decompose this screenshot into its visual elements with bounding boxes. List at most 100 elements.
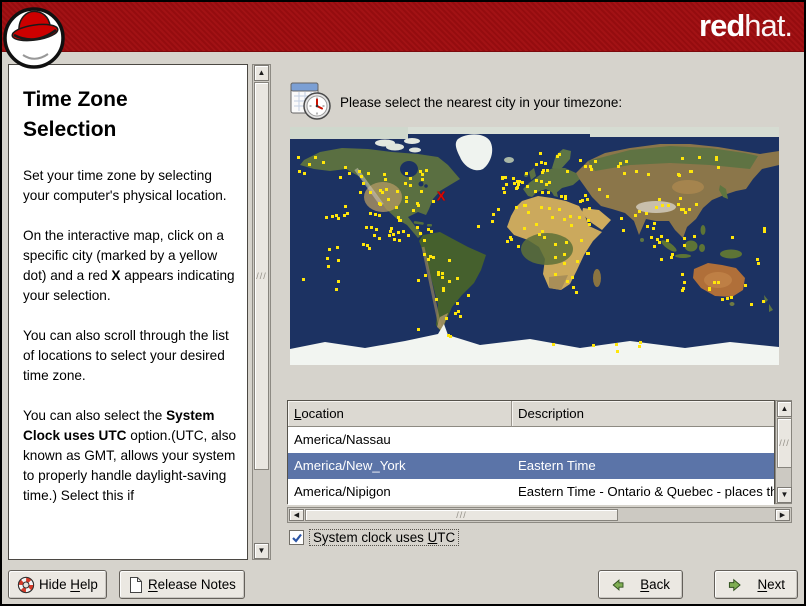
city-dot[interactable] — [716, 166, 720, 170]
city-dot[interactable] — [660, 234, 664, 238]
city-dot[interactable] — [503, 175, 507, 179]
next-button[interactable]: Next — [714, 570, 798, 599]
city-dot[interactable] — [575, 291, 579, 295]
city-dot[interactable] — [625, 160, 629, 164]
city-dot[interactable] — [554, 273, 558, 277]
city-dot[interactable] — [544, 162, 548, 166]
city-dot[interactable] — [467, 293, 471, 297]
city-dot[interactable] — [348, 171, 352, 175]
city-dot[interactable] — [509, 238, 513, 242]
city-dot[interactable] — [569, 215, 573, 219]
city-dot[interactable] — [296, 155, 300, 159]
city-dot[interactable] — [372, 233, 376, 237]
city-dot[interactable] — [749, 303, 753, 307]
city-dot[interactable] — [298, 169, 302, 173]
city-dot[interactable] — [503, 190, 507, 194]
city-dot[interactable] — [324, 215, 328, 219]
city-dot[interactable] — [683, 243, 687, 247]
city-dot[interactable] — [379, 188, 383, 192]
city-dot[interactable] — [763, 230, 767, 234]
city-dot[interactable] — [432, 200, 436, 204]
city-dot[interactable] — [361, 242, 365, 246]
city-dot[interactable] — [394, 205, 398, 209]
city-dot[interactable] — [637, 345, 641, 349]
city-dot[interactable] — [540, 205, 544, 209]
city-dot[interactable] — [389, 226, 393, 230]
city-dot[interactable] — [570, 223, 574, 227]
scroll-right-arrow[interactable]: ▶ — [775, 509, 790, 521]
city-dot[interactable] — [444, 316, 448, 320]
city-dot[interactable] — [683, 281, 687, 285]
city-dot[interactable] — [755, 258, 759, 261]
city-dot[interactable] — [594, 160, 598, 164]
city-dot[interactable] — [562, 253, 566, 257]
city-dot[interactable] — [405, 199, 408, 203]
city-dot[interactable] — [684, 211, 688, 215]
city-dot[interactable] — [667, 203, 671, 207]
city-dot[interactable] — [695, 202, 699, 206]
city-dot[interactable] — [539, 161, 543, 165]
city-dot[interactable] — [661, 203, 665, 207]
city-dot[interactable] — [557, 208, 561, 212]
city-dot[interactable] — [534, 162, 538, 166]
city-dot[interactable] — [335, 213, 339, 217]
city-dot[interactable] — [496, 207, 500, 211]
timezone-row[interactable]: America/Nipigon Eastern Time - Ontario & … — [288, 479, 774, 505]
city-dot[interactable] — [618, 161, 622, 165]
city-dot[interactable] — [302, 277, 306, 281]
city-dot[interactable] — [374, 212, 378, 216]
city-dot[interactable] — [534, 222, 538, 226]
scroll-down-arrow[interactable]: ▼ — [777, 487, 792, 503]
city-dot[interactable] — [554, 256, 558, 260]
utc-checkbox[interactable] — [289, 530, 304, 545]
city-dot[interactable] — [396, 230, 400, 234]
city-dot[interactable] — [634, 169, 638, 173]
city-dot[interactable] — [517, 245, 521, 249]
city-dot[interactable] — [681, 273, 685, 277]
city-dot[interactable] — [606, 194, 609, 198]
city-dot[interactable] — [434, 297, 438, 301]
city-dot[interactable] — [564, 196, 568, 200]
city-dot[interactable] — [516, 183, 520, 187]
city-dot[interactable] — [426, 258, 430, 262]
city-dot[interactable] — [762, 299, 766, 303]
city-dot[interactable] — [622, 172, 626, 176]
city-dot[interactable] — [524, 171, 528, 175]
city-dot[interactable] — [330, 214, 334, 218]
city-dot[interactable] — [406, 234, 410, 238]
city-dot[interactable] — [539, 179, 543, 183]
city-dot[interactable] — [377, 214, 381, 218]
city-dot[interactable] — [412, 209, 416, 213]
city-dot[interactable] — [682, 236, 686, 240]
city-dot[interactable] — [405, 195, 409, 199]
city-dot[interactable] — [565, 241, 569, 245]
city-dot[interactable] — [715, 158, 719, 162]
city-dot[interactable] — [416, 328, 420, 332]
city-dot[interactable] — [383, 177, 387, 181]
city-dot[interactable] — [358, 169, 362, 173]
city-dot[interactable] — [337, 280, 341, 284]
city-dot[interactable] — [392, 238, 396, 242]
city-dot[interactable] — [426, 228, 430, 232]
city-dot[interactable] — [409, 184, 413, 188]
city-dot[interactable] — [678, 196, 682, 200]
city-dot[interactable] — [587, 207, 591, 211]
city-dot[interactable] — [456, 309, 460, 313]
city-dot[interactable] — [417, 278, 421, 282]
city-dot[interactable] — [598, 188, 602, 192]
city-dot[interactable] — [399, 218, 403, 222]
city-dot[interactable] — [563, 218, 567, 222]
city-dot[interactable] — [652, 222, 656, 226]
city-dot[interactable] — [385, 188, 389, 192]
city-dot[interactable] — [447, 258, 451, 262]
city-dot[interactable] — [577, 215, 581, 219]
city-dot[interactable] — [615, 350, 619, 354]
timezone-row[interactable]: America/Nassau — [288, 427, 774, 453]
city-dot[interactable] — [492, 213, 496, 217]
scrollbar-thumb[interactable]: /// — [254, 82, 269, 470]
city-dot[interactable] — [653, 245, 657, 249]
city-dot[interactable] — [337, 258, 341, 262]
scrollbar-thumb[interactable]: /// — [777, 418, 792, 468]
city-dot[interactable] — [327, 248, 331, 252]
city-dot[interactable] — [432, 255, 436, 259]
